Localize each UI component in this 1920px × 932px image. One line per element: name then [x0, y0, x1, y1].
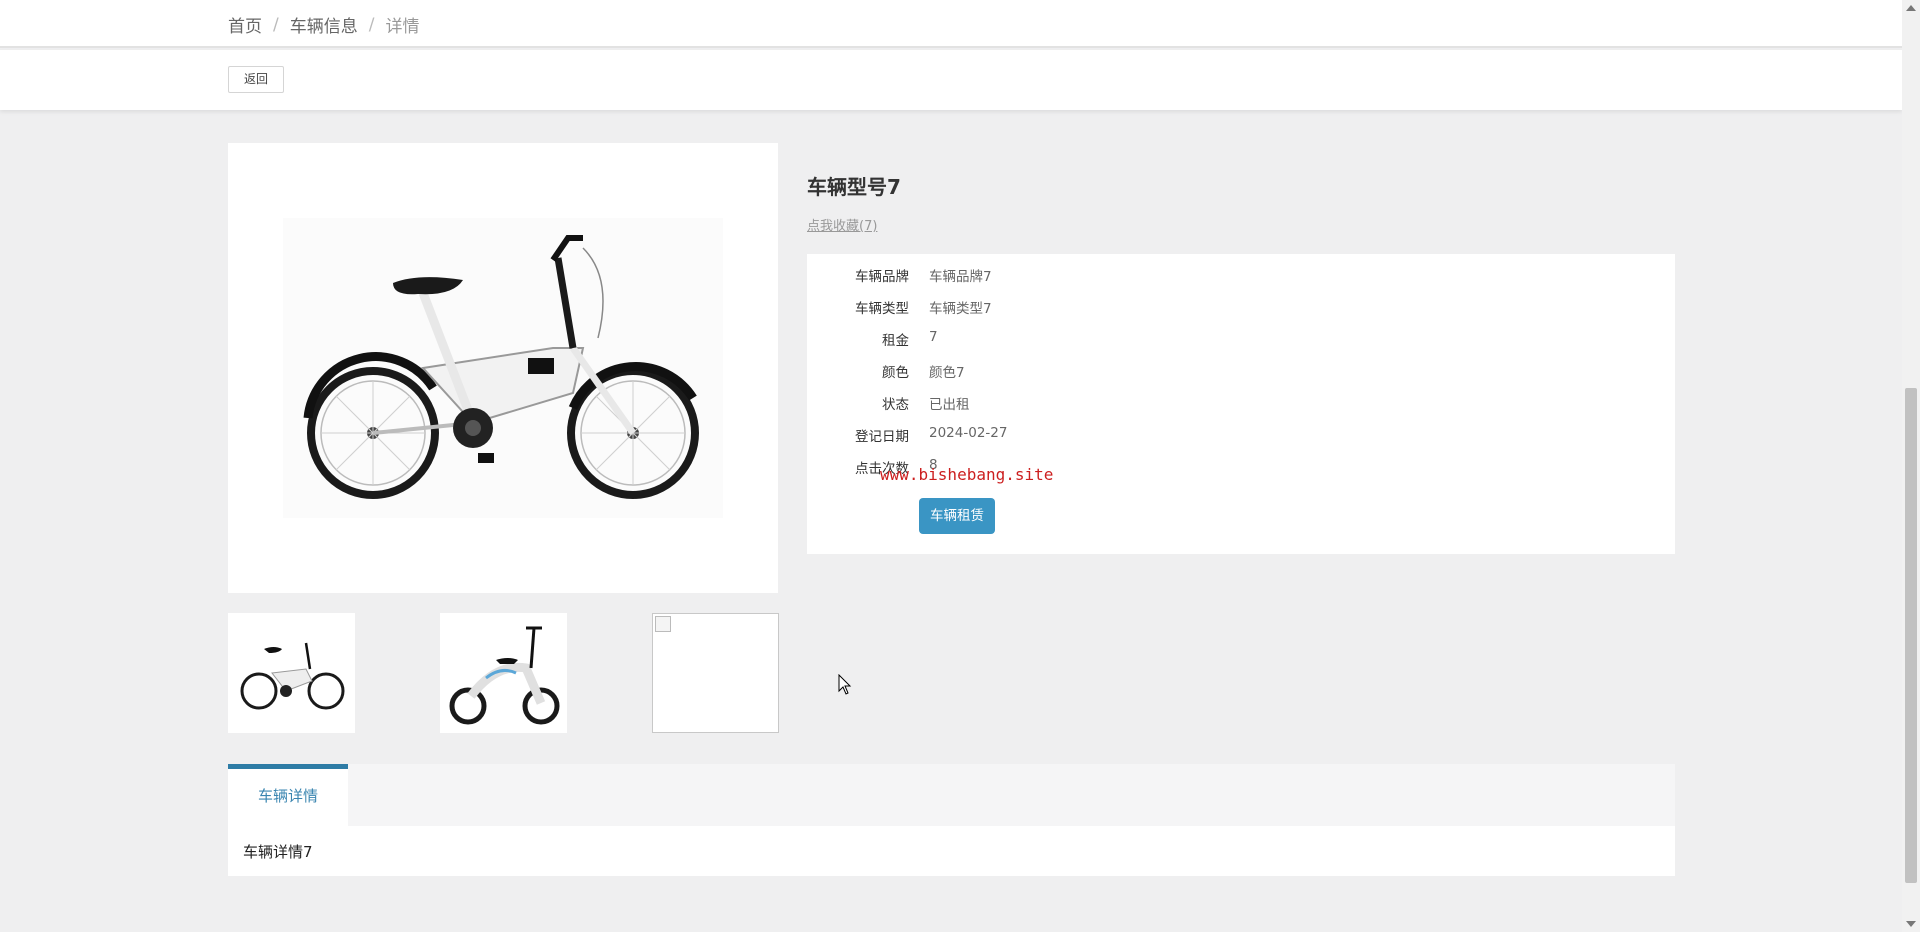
vehicle-info-card: 车辆品牌 车辆品牌7 车辆类型 车辆类型7 租金 7 颜色 颜色7 状态 已出租… — [807, 254, 1675, 554]
scrollbar-thumb[interactable] — [1905, 388, 1917, 883]
tab-vehicle-details[interactable]: 车辆详情 — [228, 764, 348, 826]
back-button[interactable]: 返回 — [228, 66, 284, 93]
main-product-image — [228, 143, 778, 593]
scroll-up-arrow-icon[interactable] — [1906, 5, 1916, 11]
thumbnail-2[interactable] — [440, 613, 567, 733]
field-value: 车辆类型7 — [929, 301, 992, 317]
field-value: 2024-02-27 — [929, 425, 1008, 441]
field-label: 车辆类型 — [855, 301, 909, 317]
electric-scooter-thumbnail — [449, 626, 560, 725]
breadcrumb-home[interactable]: 首页 — [228, 12, 262, 37]
breadcrumb-separator: / — [273, 14, 279, 35]
detail-tabs: 车辆详情 — [228, 764, 1675, 826]
vehicle-model-title: 车辆型号7 — [807, 175, 901, 199]
vehicle-details-text: 车辆详情7 — [243, 843, 313, 861]
broken-image-icon — [655, 616, 671, 632]
favorite-link[interactable]: 点我收藏(7) — [807, 215, 877, 234]
breadcrumb-separator: / — [368, 14, 375, 35]
field-label: 登记日期 — [855, 429, 909, 445]
thumbnail-3[interactable] — [652, 613, 779, 733]
scroll-down-arrow-icon[interactable] — [1906, 921, 1916, 927]
mouse-cursor-icon — [838, 674, 852, 695]
field-label: 车辆品牌 — [855, 269, 909, 285]
top-bar: 首页 / 车辆信息 / 详情 — [0, 0, 1902, 48]
field-label: 状态 — [882, 397, 909, 413]
breadcrumb-current: 详情 — [385, 17, 420, 37]
folding-bicycle-thumbnail — [240, 642, 345, 710]
rent-vehicle-button[interactable]: 车辆租赁 — [919, 498, 995, 534]
thumbnail-1[interactable] — [228, 613, 355, 733]
vertical-scrollbar[interactable] — [1902, 0, 1920, 932]
field-label: 颜色 — [882, 365, 909, 381]
field-value: 颜色7 — [929, 365, 965, 381]
folding-bicycle-image — [283, 218, 723, 518]
watermark-text: www.bishebang.site — [880, 465, 1054, 484]
tab-content: 车辆详情7 — [228, 826, 1675, 876]
field-label: 租金 — [882, 333, 909, 349]
field-value: 已出租 — [929, 397, 970, 413]
breadcrumb-vehicle-info[interactable]: 车辆信息 — [290, 12, 358, 37]
field-value: 7 — [929, 329, 938, 345]
field-value: 车辆品牌7 — [929, 269, 992, 285]
action-toolbar: 返回 — [0, 50, 1902, 110]
breadcrumb: 首页 / 车辆信息 / 详情 — [228, 12, 420, 38]
